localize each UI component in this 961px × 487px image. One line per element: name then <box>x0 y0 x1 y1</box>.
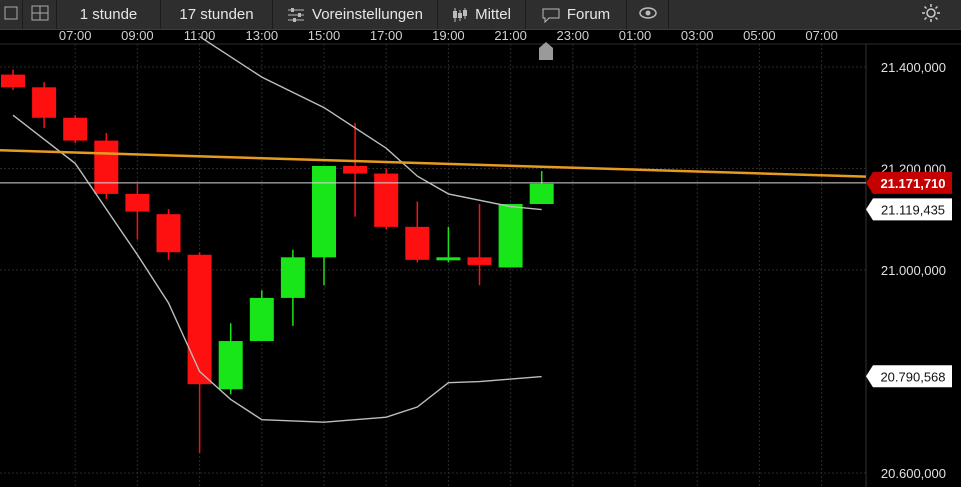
candle-up <box>249 297 274 342</box>
chart-grid-icon <box>4 6 18 24</box>
time-tick-label: 23:00 <box>557 30 590 43</box>
candle-down <box>374 173 399 227</box>
trend-line[interactable] <box>0 148 867 178</box>
eye-icon <box>638 6 657 23</box>
range-label: 17 stunden <box>179 6 254 23</box>
time-tick-label: 19:00 <box>432 30 465 43</box>
candle-down <box>343 165 368 174</box>
candle-down <box>405 226 430 260</box>
candle-up <box>436 257 461 261</box>
candle-down <box>1 74 25 88</box>
time-tick-label: 15:00 <box>308 30 341 43</box>
candle-down <box>63 117 88 141</box>
candle-down <box>187 254 212 385</box>
candle-down <box>125 193 150 212</box>
price-chart[interactable]: 07:00 09:00 11:00 13:00 15:00 17:00 19:00 21:00… <box>0 30 961 487</box>
chart-type-button[interactable] <box>0 0 23 29</box>
candle-up <box>529 183 554 205</box>
range-button[interactable]: 17 stunden <box>161 0 273 29</box>
time-tick-label: 01:00 <box>619 30 652 43</box>
visibility-button[interactable] <box>627 0 669 29</box>
candle-up <box>218 341 243 390</box>
moving-average-main-label: 21.119,435 <box>881 202 945 217</box>
speech-bubble-icon <box>542 7 560 23</box>
interval-label: 1 stunde <box>79 6 138 23</box>
candle-up <box>498 204 523 268</box>
candle-down <box>32 87 57 118</box>
moving-average-main-line <box>199 36 542 211</box>
candle-down <box>156 214 181 253</box>
time-tick-label: 13:00 <box>246 30 279 43</box>
candlestick-icon <box>452 7 468 23</box>
time-tick-label: 07:00 <box>59 30 92 43</box>
candle-up <box>280 257 305 298</box>
window-icon <box>31 5 49 25</box>
candles <box>1 69 554 453</box>
time-tick-label: 11:00 <box>184 30 216 43</box>
presets-button[interactable]: Voreinstellungen <box>273 0 438 29</box>
indicator-button[interactable]: Mittel <box>438 0 526 29</box>
time-tick-label: 17:00 <box>370 30 403 43</box>
price-tick-label: 21.400,000 <box>881 60 946 75</box>
sliders-icon <box>287 7 305 23</box>
moving-average-lower-label: 20.790,568 <box>880 369 945 384</box>
time-axis: 07:00 09:00 11:00 13:00 15:00 17:00 19:00 21:00… <box>59 30 838 43</box>
forum-button[interactable]: Forum <box>526 0 627 29</box>
settings-area <box>669 0 961 29</box>
chart-toolbar: 1 stunde 17 stunden Voreinstellungen Mit… <box>0 0 961 30</box>
time-tick-label: 07:00 <box>805 30 838 43</box>
window-button[interactable] <box>23 0 57 29</box>
price-tick-label: 20.600,000 <box>881 466 946 481</box>
grid <box>0 44 866 487</box>
presets-label: Voreinstellungen <box>312 6 423 23</box>
time-tick-label: 09:00 <box>121 30 154 43</box>
settings-sun-icon[interactable] <box>921 3 941 27</box>
time-tick-label: 05:00 <box>743 30 776 43</box>
indicator-label: Mittel <box>475 6 511 23</box>
forum-label: Forum <box>566 6 611 23</box>
price-tick-label: 21.000,000 <box>881 263 946 278</box>
current-price-label: 21.171,710 <box>880 176 945 191</box>
candle-up <box>312 165 336 258</box>
time-tick-label: 21:00 <box>494 30 527 43</box>
moving-average-lower-line <box>12 114 542 423</box>
time-tick-label: 03:00 <box>681 30 714 43</box>
interval-button[interactable]: 1 stunde <box>57 0 161 29</box>
scroll-marker-icon[interactable] <box>539 42 553 60</box>
candle-down <box>467 257 492 265</box>
candle-down <box>94 140 119 194</box>
